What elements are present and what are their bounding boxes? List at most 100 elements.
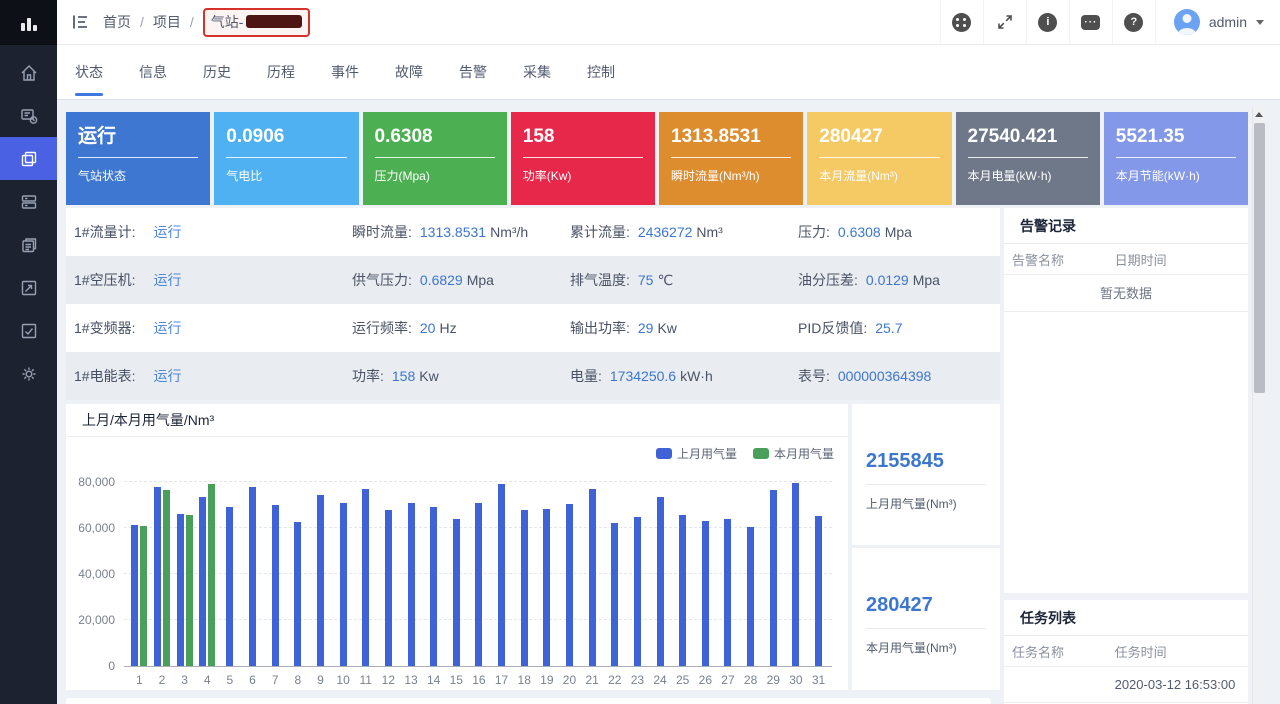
- menu-collapse-icon[interactable]: [57, 0, 103, 44]
- tab-6[interactable]: 告警: [459, 45, 487, 99]
- x-axis-label: 10: [336, 673, 349, 687]
- device-field: PID反馈值:25.7: [798, 318, 1000, 338]
- scrollbar-thumb[interactable]: [1254, 123, 1265, 393]
- projects-icon: [19, 149, 39, 169]
- sidebar-item-home[interactable]: [0, 51, 57, 94]
- bar-last-month: [362, 489, 369, 666]
- chart-body: 上月用气量本月用气量 020,00040,00060,00080,0001234…: [66, 437, 848, 689]
- bar-group: 10: [332, 482, 355, 666]
- x-axis-label: 22: [608, 673, 621, 687]
- field-label: 表号:: [798, 368, 830, 384]
- card-value: 5521.35: [1116, 125, 1236, 149]
- bar-group: 14: [422, 482, 445, 666]
- x-axis-label: 16: [472, 673, 485, 687]
- divider: [226, 157, 346, 158]
- tab-8[interactable]: 控制: [587, 45, 615, 99]
- gas-usage-chart-panel: 上月/本月用气量/Nm³ 上月用气量本月用气量 020,00040,00060,…: [66, 404, 848, 690]
- field-value: 29: [638, 320, 654, 336]
- bar-group: 18: [513, 482, 536, 666]
- device-name-cell: 1#空压机:运行: [74, 270, 352, 290]
- divider: [523, 157, 643, 158]
- sidebar-item-projects[interactable]: [0, 137, 57, 180]
- divider: [78, 157, 198, 158]
- table-row: 1#变频器:运行运行频率:20Hz输出功率:29KwPID反馈值:25.7: [66, 304, 1000, 352]
- tab-0[interactable]: 状态: [75, 45, 103, 99]
- apps-icon[interactable]: [940, 0, 983, 44]
- device-list-icon: [19, 192, 39, 212]
- status-card: 运行气站状态: [66, 112, 210, 205]
- tab-2[interactable]: 历史: [203, 45, 231, 99]
- device-name: 1#流量计:: [74, 224, 135, 240]
- info-icon[interactable]: i: [1026, 0, 1069, 44]
- field-label: 瞬时流量:: [352, 224, 412, 240]
- table-row: 2020-03-12 16:53:00: [1004, 667, 1248, 703]
- card-value: 运行: [78, 125, 198, 149]
- bar-group: 9: [309, 482, 332, 666]
- device-field: 排气温度:75℃: [570, 270, 798, 290]
- field-label: 压力:: [798, 224, 830, 240]
- table-header: 任务名称 任务时间: [1004, 636, 1248, 667]
- field-label: 累计流量:: [570, 224, 630, 240]
- x-axis-label: 17: [495, 673, 508, 687]
- bar-last-month: [679, 515, 686, 666]
- bar-group: 15: [445, 482, 468, 666]
- field-value: 75: [638, 272, 654, 288]
- breadcrumb-project[interactable]: 项目: [153, 12, 181, 32]
- message-icon[interactable]: ···: [1069, 0, 1112, 44]
- legend-item[interactable]: 本月用气量: [753, 445, 834, 462]
- stat-value: 280427: [866, 594, 986, 617]
- field-unit: Mpa: [467, 272, 494, 288]
- x-axis-label: 12: [382, 673, 395, 687]
- bar-last-month: [747, 527, 754, 666]
- breadcrumb-home[interactable]: 首页: [103, 12, 131, 32]
- x-axis-label: 7: [272, 673, 279, 687]
- sidebar-item-settings-gear[interactable]: [0, 352, 57, 395]
- card-label: 本月流量(Nm³): [819, 167, 939, 184]
- card-label: 本月电量(kW·h): [968, 167, 1088, 184]
- device-name: 1#电能表:: [74, 368, 135, 384]
- x-axis-label: 18: [518, 673, 531, 687]
- bar-last-month: [611, 523, 618, 666]
- breadcrumb-separator: /: [140, 14, 144, 30]
- sidebar-item-trend[interactable]: [0, 266, 57, 309]
- column-header: 任务名称: [1012, 642, 1115, 661]
- divider: [968, 157, 1088, 158]
- tab-5[interactable]: 故障: [395, 45, 423, 99]
- bar-last-month: [475, 503, 482, 666]
- app-root: 首页 / 项目 / 气站- i···? admin 状态信息历史历程事件故障告警…: [0, 0, 1280, 704]
- fullscreen-icon[interactable]: [983, 0, 1026, 44]
- tab-7[interactable]: 采集: [523, 45, 551, 99]
- empty-state: 暂无数据: [1004, 275, 1248, 312]
- sidebar: [0, 0, 57, 704]
- tab-3[interactable]: 历程: [267, 45, 295, 99]
- bar-last-month: [498, 484, 505, 666]
- status-card: 158功率(Kw): [511, 112, 655, 205]
- tab-4[interactable]: 事件: [331, 45, 359, 99]
- device-status-link[interactable]: 运行: [153, 368, 181, 384]
- sidebar-item-device-list[interactable]: [0, 180, 57, 223]
- device-status-link[interactable]: 运行: [153, 224, 181, 240]
- breadcrumb-current-label: 气站-: [211, 12, 244, 32]
- bar-group: 4: [196, 482, 219, 666]
- table-row: 1#空压机:运行供气压力:0.6829Mpa排气温度:75℃油分压差:0.012…: [66, 256, 1000, 304]
- x-axis-label: 28: [744, 673, 757, 687]
- sidebar-item-pages[interactable]: [0, 223, 57, 266]
- field-label: 功率:: [352, 368, 384, 384]
- status-card: 5521.35本月节能(kW·h): [1104, 112, 1248, 205]
- field-value: 0.0129: [866, 272, 909, 288]
- legend-item[interactable]: 上月用气量: [656, 445, 737, 462]
- device-name-cell: 1#变频器:运行: [74, 318, 352, 338]
- panel-title: 告警记录: [1004, 208, 1248, 244]
- avatar: [1174, 9, 1200, 35]
- vertical-scrollbar[interactable]: [1252, 108, 1265, 704]
- sidebar-item-report[interactable]: [0, 94, 57, 137]
- tab-1[interactable]: 信息: [139, 45, 167, 99]
- device-status-link[interactable]: 运行: [153, 272, 181, 288]
- help-icon[interactable]: ?: [1112, 0, 1155, 44]
- sidebar-item-task-check[interactable]: [0, 309, 57, 352]
- user-menu[interactable]: admin: [1155, 0, 1280, 44]
- scroll-up-arrow-icon[interactable]: [1253, 108, 1265, 121]
- card-label: 功率(Kw): [523, 167, 643, 184]
- device-status-link[interactable]: 运行: [153, 320, 181, 336]
- x-axis-label: 24: [653, 673, 666, 687]
